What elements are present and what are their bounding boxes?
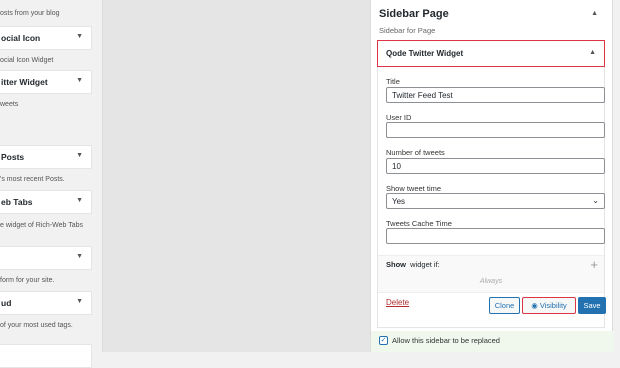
widget-description: weets — [0, 101, 19, 108]
chevron-down-icon: ▼ — [76, 33, 83, 40]
widget-form[interactable]: ▼ — [0, 246, 92, 270]
always-text: Always — [479, 278, 503, 285]
checkbox[interactable]: ✓ — [379, 336, 388, 345]
cache-time-label: Tweets Cache Time — [386, 219, 452, 228]
show-tweet-time-select[interactable]: Yes ⌄ — [386, 193, 605, 209]
widget-title: itter Widget — [1, 77, 48, 87]
cache-time-input[interactable] — [386, 228, 605, 244]
checkmark-icon: ✓ — [380, 337, 387, 344]
plus-icon[interactable]: + — [590, 257, 598, 272]
widget-more[interactable] — [0, 344, 92, 368]
show-tweet-time-label: Show tweet time — [386, 184, 442, 193]
chevron-down-icon: ▼ — [76, 298, 83, 305]
delete-link[interactable]: Delete — [386, 298, 409, 307]
select-value: Yes — [392, 197, 406, 206]
title-label: Title — [386, 77, 400, 86]
save-button[interactable]: Save — [578, 297, 606, 314]
widget-description: osts from your blog — [0, 10, 60, 17]
widget-description: e widget of Rich-Web Tabs — [0, 222, 84, 229]
widget-tag-cloud[interactable]: ud ▼ — [0, 291, 92, 315]
widget-title: eb Tabs — [1, 197, 33, 207]
sidebars-column: Sidebar Page ▲ Sidebar for Page Qode Twi… — [370, 0, 620, 352]
widget-title: Qode Twitter Widget — [386, 49, 464, 58]
clone-button[interactable]: Clone — [489, 297, 520, 314]
show-widget-if-label: Show widget if: — [386, 260, 440, 269]
chevron-down-icon: ▼ — [76, 197, 83, 204]
eye-icon: ◉ — [531, 301, 538, 310]
widget-social-icon[interactable]: ocial Icon ▼ — [0, 26, 92, 50]
user-id-input[interactable] — [386, 122, 605, 138]
user-id-label: User ID — [386, 113, 412, 122]
empty-gutter — [103, 0, 370, 352]
widget-title: ud — [1, 298, 12, 308]
widget-twitter[interactable]: itter Widget ▼ — [0, 70, 92, 94]
qode-twitter-widget-header[interactable]: Qode Twitter Widget ▲ — [377, 40, 605, 67]
number-of-tweets-label: Number of tweets — [386, 148, 445, 157]
chevron-down-icon: ▼ — [76, 77, 83, 84]
widget-description: 's most recent Posts. — [0, 176, 65, 183]
sidebar-page-panel: Sidebar Page ▲ Sidebar for Page Qode Twi… — [370, 0, 614, 352]
sidebar-title[interactable]: Sidebar Page — [379, 8, 449, 20]
widget-title: ocial Icon — [1, 33, 41, 43]
visibility-conditions: Show widget if: + Always — [378, 255, 604, 293]
replace-sidebar-label[interactable]: Allow this sidebar to be replaced — [392, 336, 500, 345]
number-of-tweets-input[interactable]: 10 — [386, 158, 605, 174]
widget-tabs[interactable]: eb Tabs ▼ — [0, 190, 92, 214]
available-widgets-column: osts from your blog ocial Icon ▼ ocial I… — [0, 0, 102, 368]
visibility-button[interactable]: ◉ Visibility — [522, 297, 576, 314]
widget-posts[interactable]: Posts ▼ — [0, 145, 92, 169]
widget-description: of your most used tags. — [0, 322, 73, 329]
widget-description: ocial Icon Widget — [0, 57, 54, 64]
qode-twitter-widget-form: Title Twitter Feed Test User ID Number o… — [377, 67, 606, 328]
triangle-up-icon[interactable]: ▲ — [591, 10, 598, 17]
chevron-down-icon: ⌄ — [592, 196, 599, 205]
replace-sidebar-row: ✓ Allow this sidebar to be replaced — [371, 331, 614, 352]
title-input[interactable]: Twitter Feed Test — [386, 87, 605, 103]
sidebar-subtitle: Sidebar for Page — [379, 26, 436, 35]
widget-title: Posts — [1, 152, 25, 162]
chevron-down-icon: ▼ — [76, 253, 83, 260]
triangle-up-icon[interactable]: ▲ — [589, 49, 596, 56]
chevron-down-icon: ▼ — [76, 152, 83, 159]
widget-description: form for your site. — [0, 277, 55, 284]
